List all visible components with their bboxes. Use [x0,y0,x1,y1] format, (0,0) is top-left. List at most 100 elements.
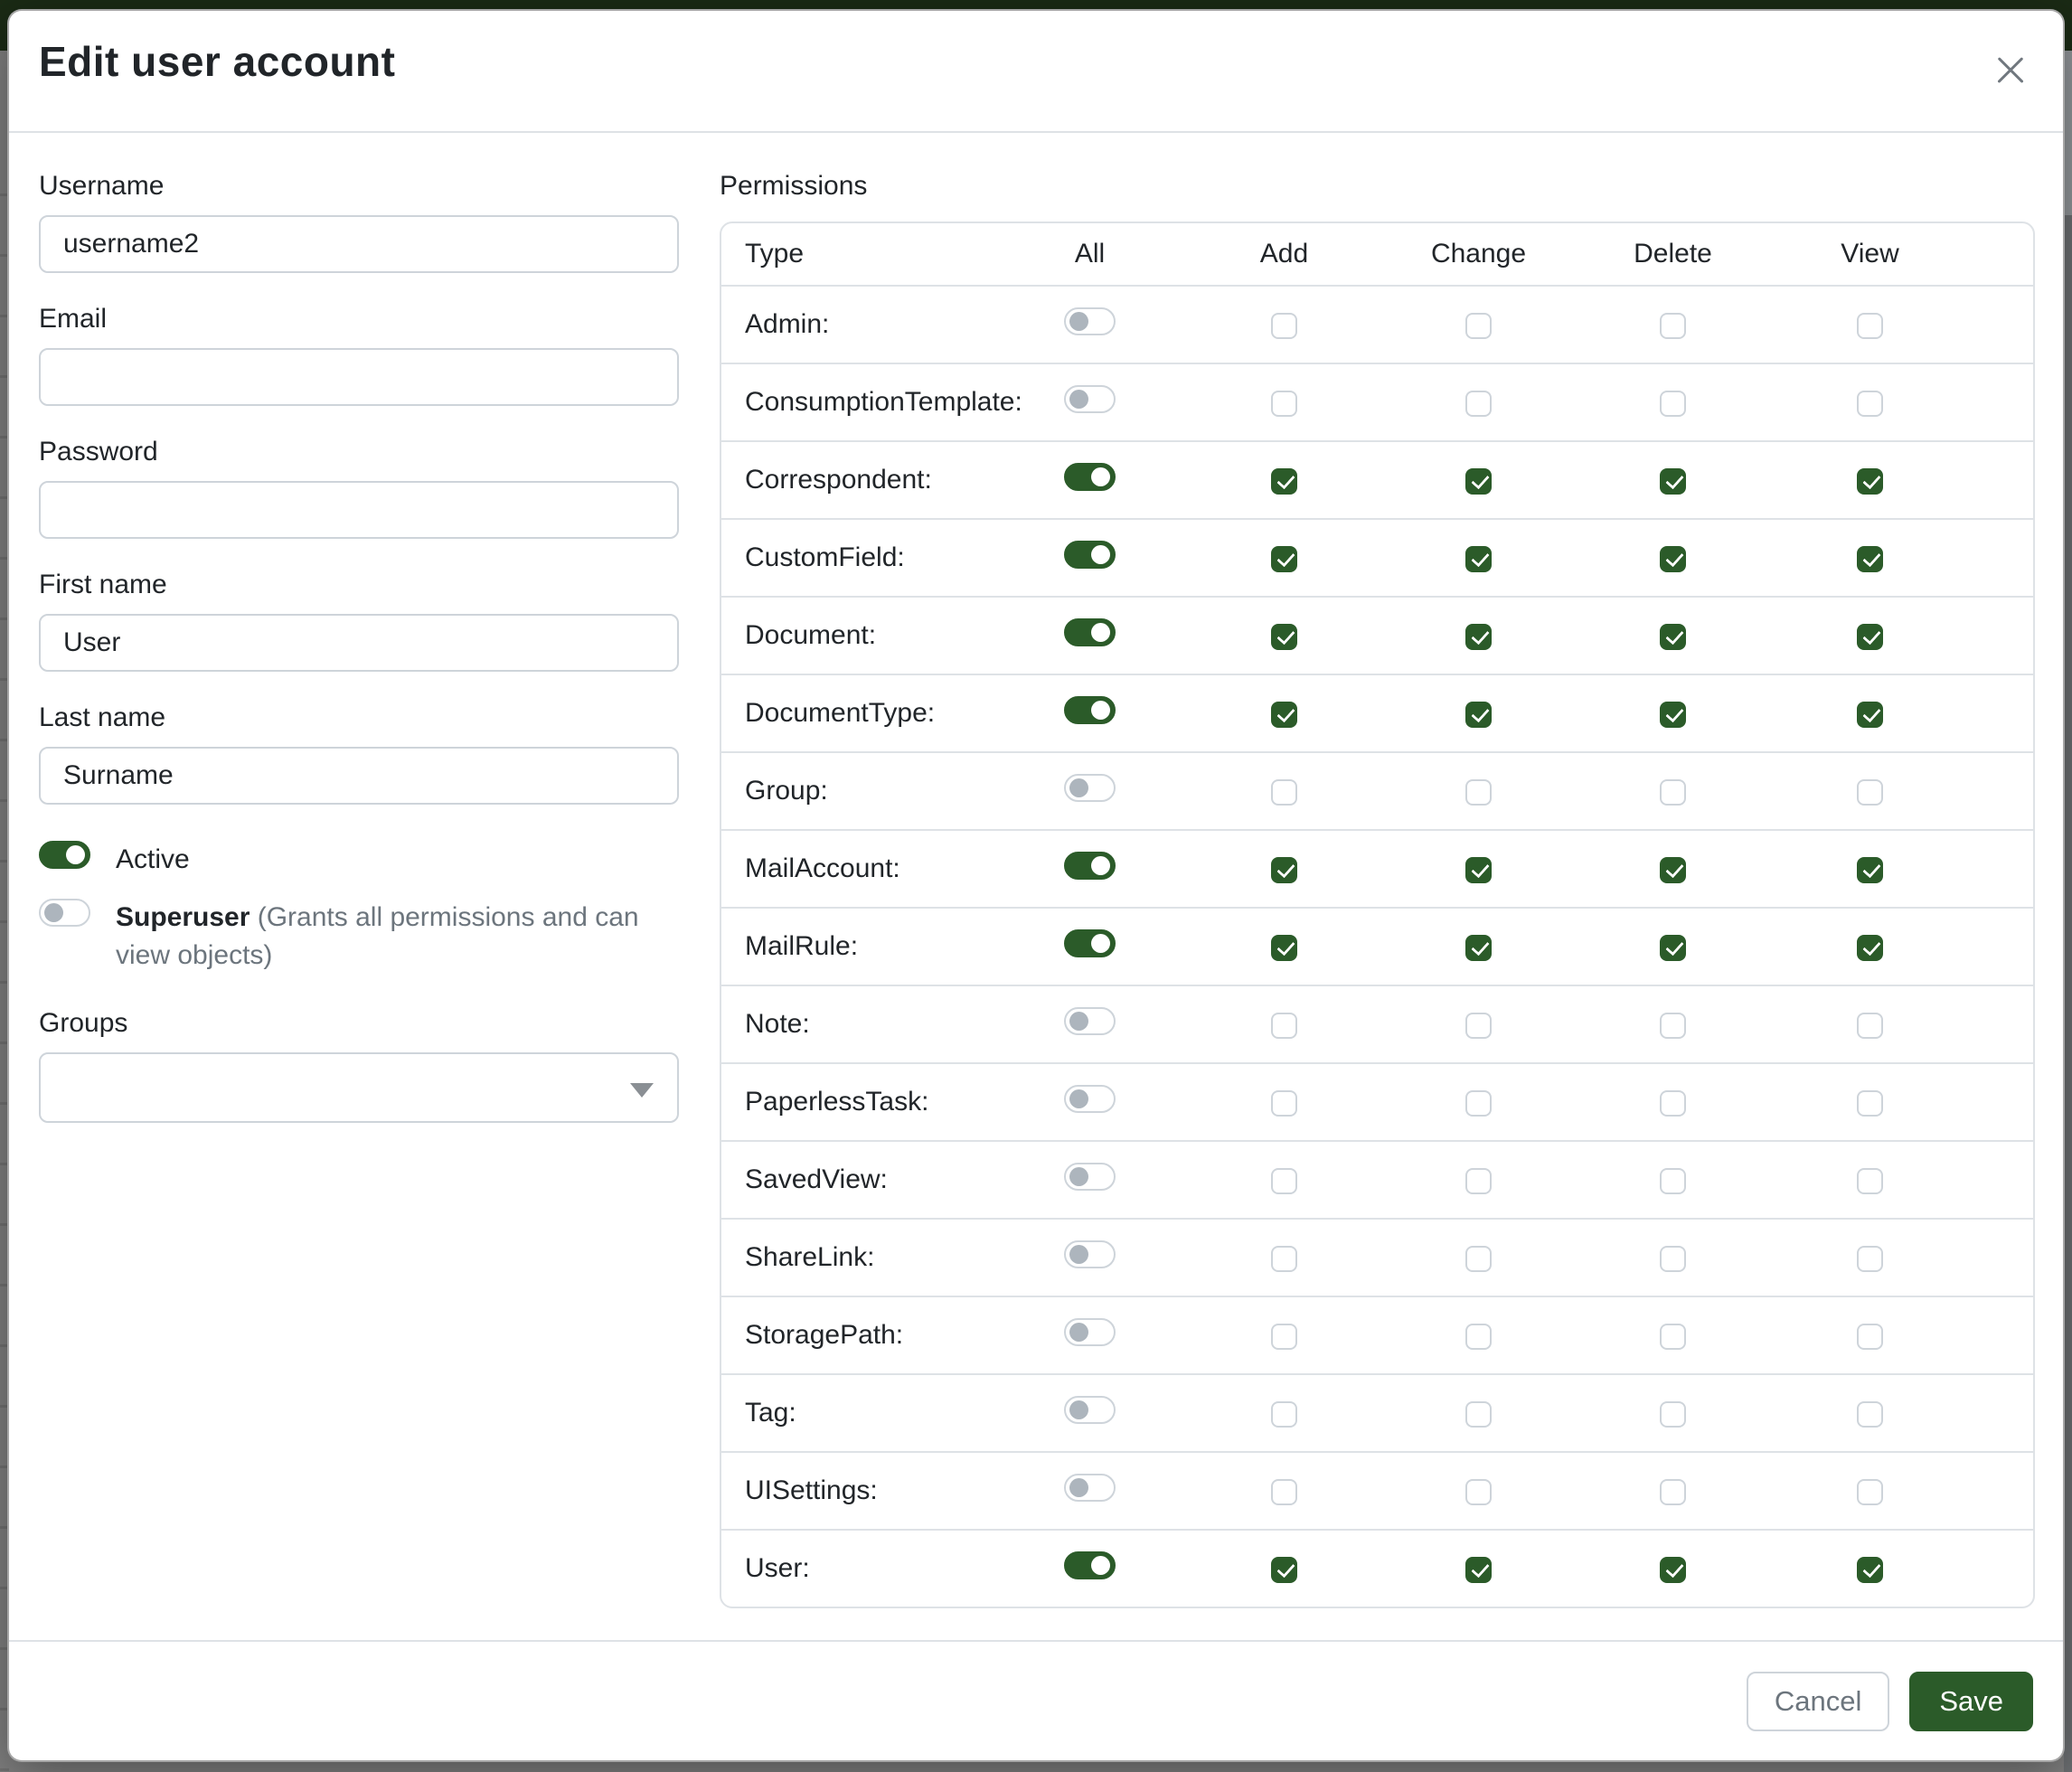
perm-correspondent-add-checkbox[interactable] [1271,468,1297,495]
perm-mailaccount-change-checkbox[interactable] [1465,857,1492,883]
perm-documenttype-view-checkbox[interactable] [1857,702,1883,728]
active-label: Active [116,844,190,874]
perm-tag-add-checkbox[interactable] [1271,1401,1297,1428]
page-scrollbar-thumb[interactable] [2064,215,2072,1772]
active-toggle[interactable] [39,841,90,869]
perm-mailrule-change-checkbox[interactable] [1465,935,1492,961]
perm-correspondent-delete-checkbox[interactable] [1660,468,1686,495]
perm-sharelink-delete-checkbox[interactable] [1660,1246,1686,1272]
perm-mailaccount-view-checkbox[interactable] [1857,857,1883,883]
username-input[interactable] [39,215,679,273]
perm-user-all-toggle[interactable] [1064,1551,1116,1579]
perm-documenttype-delete-checkbox[interactable] [1660,702,1686,728]
perm-group-add-checkbox[interactable] [1271,779,1297,806]
perm-storagepath-delete-checkbox[interactable] [1660,1324,1686,1350]
perm-group-change-checkbox[interactable] [1465,779,1492,806]
perm-storagepath-view-checkbox[interactable] [1857,1324,1883,1350]
perm-storagepath-change-checkbox[interactable] [1465,1324,1492,1350]
perm-consumptiontemplate-view-checkbox[interactable] [1857,391,1883,417]
perm-paperlesstask-all-toggle[interactable] [1064,1085,1116,1113]
perm-customfield-delete-checkbox[interactable] [1660,546,1686,572]
perm-customfield-view-checkbox[interactable] [1857,546,1883,572]
perm-document-change-checkbox[interactable] [1465,624,1492,650]
perm-group-delete-checkbox[interactable] [1660,779,1686,806]
perm-user-view-checkbox[interactable] [1857,1557,1883,1583]
perm-mailaccount-delete-checkbox[interactable] [1660,857,1686,883]
email-input[interactable] [39,348,679,406]
perm-sharelink-view-checkbox[interactable] [1857,1246,1883,1272]
perm-consumptiontemplate-delete-checkbox[interactable] [1660,391,1686,417]
perm-customfield-change-checkbox[interactable] [1465,546,1492,572]
perm-consumptiontemplate-add-checkbox[interactable] [1271,391,1297,417]
perm-note-add-checkbox[interactable] [1271,1013,1297,1039]
perm-mailrule-all-toggle[interactable] [1064,929,1116,957]
save-button[interactable]: Save [1909,1672,2033,1731]
superuser-toggle[interactable] [39,899,90,927]
perm-storagepath-add-checkbox[interactable] [1271,1324,1297,1350]
perm-savedview-all-toggle[interactable] [1064,1163,1116,1191]
perm-paperlesstask-change-checkbox[interactable] [1465,1090,1492,1117]
perm-document-add-checkbox[interactable] [1271,624,1297,650]
perm-admin-delete-checkbox[interactable] [1660,313,1686,339]
perm-correspondent-all-toggle[interactable] [1064,463,1116,491]
perm-uisettings-change-checkbox[interactable] [1465,1479,1492,1505]
perm-customfield-all-toggle[interactable] [1064,541,1116,569]
perm-document-delete-checkbox[interactable] [1660,624,1686,650]
perm-consumptiontemplate-change-checkbox[interactable] [1465,391,1492,417]
perm-group-view-checkbox[interactable] [1857,779,1883,806]
perm-admin-add-checkbox[interactable] [1271,313,1297,339]
perm-tag-all-toggle[interactable] [1064,1396,1116,1424]
perm-group-all-toggle[interactable] [1064,774,1116,802]
perm-paperlesstask-add-checkbox[interactable] [1271,1090,1297,1117]
perm-paperlesstask-view-checkbox[interactable] [1857,1090,1883,1117]
perm-uisettings-all-toggle[interactable] [1064,1474,1116,1502]
perm-correspondent-change-checkbox[interactable] [1465,468,1492,495]
close-button[interactable] [1991,51,2030,90]
perm-note-view-checkbox[interactable] [1857,1013,1883,1039]
perm-admin-change-checkbox[interactable] [1465,313,1492,339]
password-input[interactable] [39,481,679,539]
perm-note-change-checkbox[interactable] [1465,1013,1492,1039]
perm-consumptiontemplate-all-toggle[interactable] [1064,385,1116,413]
perm-sharelink-all-toggle[interactable] [1064,1240,1116,1268]
permission-type-label: MailAccount: [745,853,900,883]
perm-savedview-view-checkbox[interactable] [1857,1168,1883,1194]
perm-user-add-checkbox[interactable] [1271,1557,1297,1583]
groups-select[interactable] [39,1052,679,1123]
perm-sharelink-change-checkbox[interactable] [1465,1246,1492,1272]
perm-user-change-checkbox[interactable] [1465,1557,1492,1583]
perm-sharelink-add-checkbox[interactable] [1271,1246,1297,1272]
perm-documenttype-add-checkbox[interactable] [1271,702,1297,728]
last-name-input[interactable] [39,747,679,805]
perm-document-view-checkbox[interactable] [1857,624,1883,650]
perm-uisettings-add-checkbox[interactable] [1271,1479,1297,1505]
perm-uisettings-delete-checkbox[interactable] [1660,1479,1686,1505]
perm-mailaccount-add-checkbox[interactable] [1271,857,1297,883]
perm-mailrule-view-checkbox[interactable] [1857,935,1883,961]
perm-admin-view-checkbox[interactable] [1857,313,1883,339]
first-name-group: First name [39,569,686,672]
perm-admin-all-toggle[interactable] [1064,307,1116,335]
perm-savedview-delete-checkbox[interactable] [1660,1168,1686,1194]
perm-tag-view-checkbox[interactable] [1857,1401,1883,1428]
perm-mailaccount-all-toggle[interactable] [1064,852,1116,880]
perm-user-delete-checkbox[interactable] [1660,1557,1686,1583]
perm-correspondent-view-checkbox[interactable] [1857,468,1883,495]
perm-note-delete-checkbox[interactable] [1660,1013,1686,1039]
perm-uisettings-view-checkbox[interactable] [1857,1479,1883,1505]
perm-documenttype-all-toggle[interactable] [1064,696,1116,724]
perm-savedview-change-checkbox[interactable] [1465,1168,1492,1194]
perm-documenttype-change-checkbox[interactable] [1465,702,1492,728]
perm-tag-delete-checkbox[interactable] [1660,1401,1686,1428]
perm-paperlesstask-delete-checkbox[interactable] [1660,1090,1686,1117]
first-name-input[interactable] [39,614,679,672]
perm-savedview-add-checkbox[interactable] [1271,1168,1297,1194]
perm-tag-change-checkbox[interactable] [1465,1401,1492,1428]
perm-note-all-toggle[interactable] [1064,1007,1116,1035]
perm-document-all-toggle[interactable] [1064,618,1116,646]
perm-mailrule-add-checkbox[interactable] [1271,935,1297,961]
perm-mailrule-delete-checkbox[interactable] [1660,935,1686,961]
perm-storagepath-all-toggle[interactable] [1064,1318,1116,1346]
cancel-button[interactable]: Cancel [1747,1672,1890,1731]
perm-customfield-add-checkbox[interactable] [1271,546,1297,572]
